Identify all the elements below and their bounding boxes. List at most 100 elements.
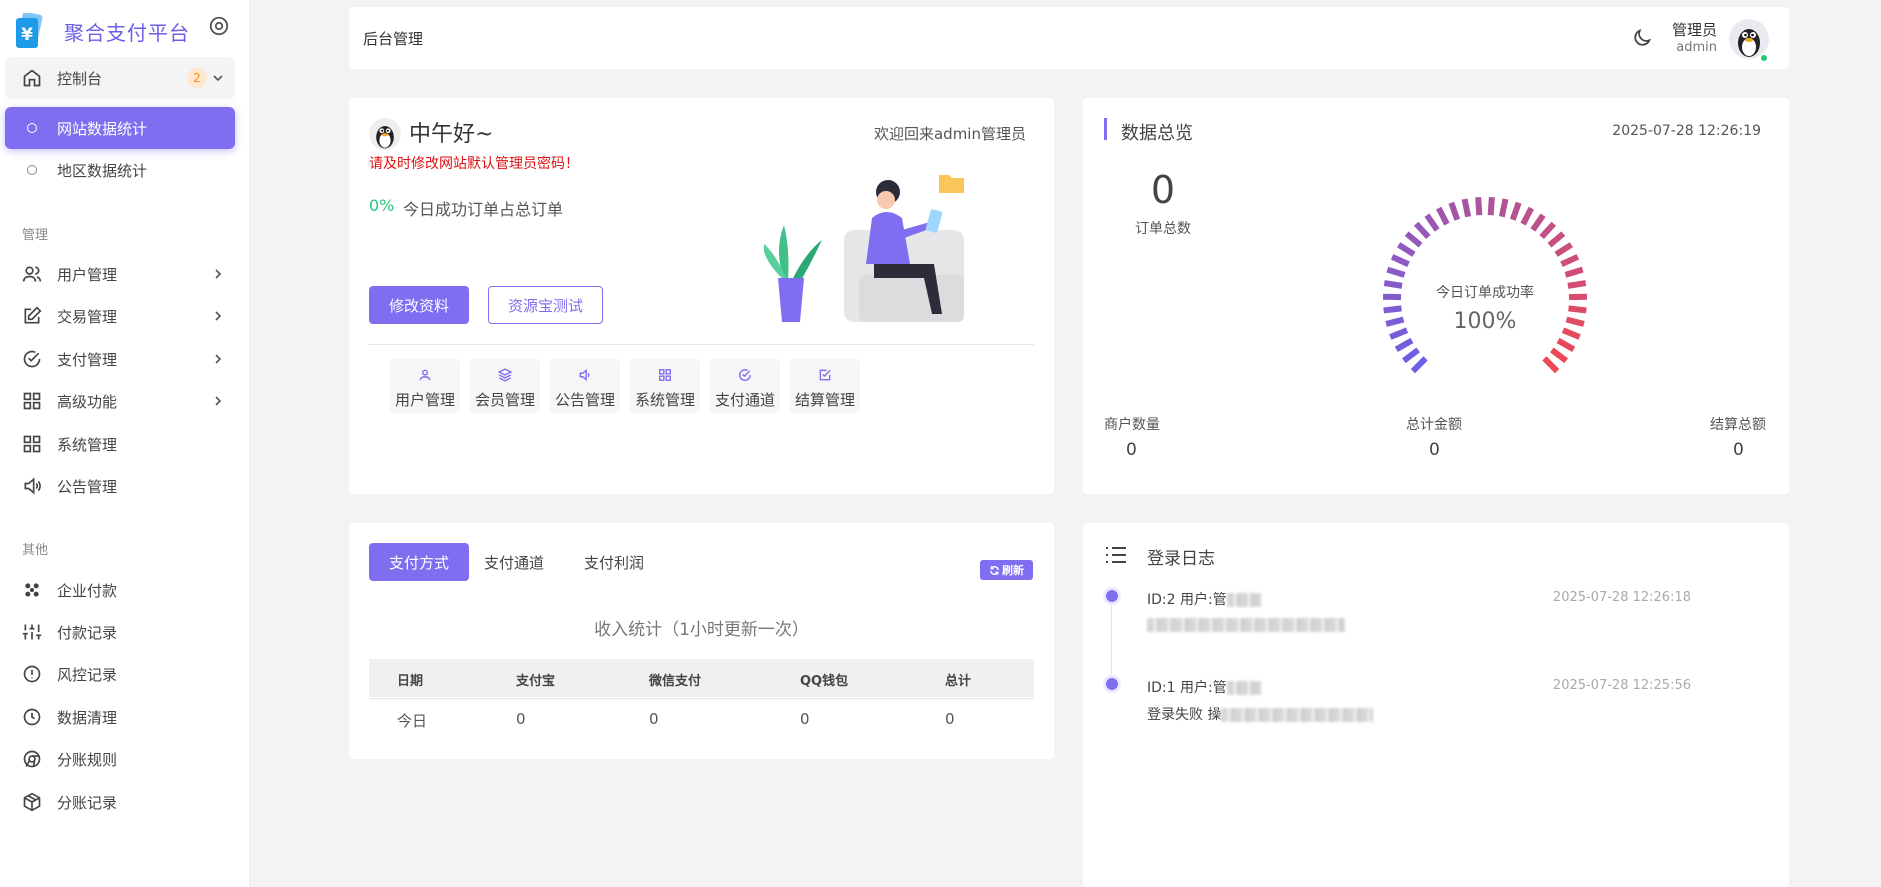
resource-test-button[interactable]: 资源宝测试 (488, 286, 603, 324)
user-role: admin (1676, 40, 1717, 55)
stat-label-settlement: 结算总额 (1710, 417, 1766, 433)
sidebar-item-data-clean[interactable]: 数据清理 (5, 696, 235, 738)
gauge-segment (1448, 201, 1461, 221)
sidebar-item-enterprise-pay[interactable]: 企业付款 (5, 569, 235, 611)
tab-payment-method[interactable]: 支付方式 (369, 543, 469, 581)
sliders-icon (20, 620, 44, 644)
greeting: 中午好~ (409, 122, 494, 147)
sidebar-item-label: 用户管理 (57, 265, 118, 284)
gauge-value: 100% (1453, 309, 1517, 334)
sidebar-item-users[interactable]: 用户管理 (5, 253, 235, 295)
stat-value-settlement: 0 (1733, 440, 1744, 460)
table-cell: 今日 (397, 712, 428, 730)
sidebar-item-advanced[interactable]: 高级功能 (5, 380, 235, 422)
divider (369, 344, 1034, 345)
sidebar-item-label: 公告管理 (57, 477, 118, 496)
sidebar-item-label: 网站数据统计 (57, 119, 148, 138)
gauge-segment (1394, 337, 1414, 352)
table-cell: 0 (945, 710, 955, 728)
refresh-icon (990, 565, 999, 575)
quick-link-settlement[interactable]: 结算管理 (790, 359, 860, 413)
title-accent-bar (1104, 118, 1107, 140)
quick-link-system[interactable]: 系统管理 (630, 359, 700, 413)
column-header: 支付宝 (516, 674, 556, 689)
dark-mode-toggle-icon[interactable] (1631, 27, 1653, 49)
list-icon (1106, 547, 1126, 563)
sidebar-item-label: 风控记录 (57, 665, 118, 684)
alert-circle-icon (20, 662, 44, 686)
column-header: 总计 (945, 674, 972, 689)
sidebar-item-split-rules[interactable]: 分账规则 (5, 738, 235, 780)
page-title: 后台管理 (363, 30, 424, 48)
income-card: 支付方式 支付通道 支付利润 刷新 收入统计（1小时更新一次） 日期 支付宝 微… (349, 523, 1054, 759)
edit-profile-button[interactable]: 修改资料 (369, 286, 469, 324)
sidebar-item-pay-records[interactable]: 付款记录 (5, 611, 235, 653)
check-circle-icon (739, 369, 751, 381)
speaker-icon (20, 474, 44, 498)
sidebar-item-label: 交易管理 (57, 307, 118, 326)
avatar (369, 118, 401, 150)
chevron-right-icon (215, 269, 222, 279)
sidebar-item-label: 高级功能 (57, 392, 118, 411)
sidebar-item-label: 付款记录 (57, 623, 118, 642)
brand-logo-icon: ¥ (16, 13, 43, 48)
sidebar-item-region-stats[interactable]: 地区数据统计 (5, 149, 235, 191)
login-log-title: 登录日志 (1147, 549, 1215, 569)
log-entry-desc (1147, 617, 1345, 633)
quick-link-notice[interactable]: 公告管理 (550, 359, 620, 413)
cluster-icon (20, 578, 44, 602)
gauge-segment (1461, 198, 1472, 218)
console-badge: 2 (187, 68, 207, 88)
quick-link-label: 会员管理 (474, 391, 535, 409)
circle-icon (20, 158, 44, 182)
sidebar-item-risk-records[interactable]: 风控记录 (5, 653, 235, 695)
grid-icon (659, 369, 671, 381)
gauge-segment (1498, 198, 1509, 218)
sidebar-item-console[interactable]: 控制台 2 (5, 57, 235, 99)
column-header: 日期 (397, 674, 424, 689)
brand[interactable]: ¥ 聚合支付平台 (14, 12, 190, 50)
layers-icon (498, 368, 512, 382)
quick-link-label: 结算管理 (794, 391, 855, 409)
gauge-segment (1402, 347, 1420, 364)
quick-link-label: 公告管理 (554, 391, 615, 409)
log-entry-time: 2025-07-28 12:25:56 (1552, 678, 1691, 693)
user-name[interactable]: 管理员 (1672, 19, 1717, 40)
sidebar-item-site-stats[interactable]: 网站数据统计 (5, 107, 235, 149)
speaker-icon (579, 368, 590, 382)
chevron-right-icon (215, 396, 222, 406)
circle-icon (20, 116, 44, 140)
sidebar-item-notice[interactable]: 公告管理 (5, 465, 235, 507)
orders-total-value: 0 (1150, 168, 1176, 212)
sidebar-item-label: 控制台 (57, 69, 103, 88)
table-cell: 0 (649, 710, 659, 728)
refresh-button[interactable]: 刷新 (980, 560, 1033, 580)
overview-datetime: 2025-07-28 12:26:19 (1612, 123, 1761, 139)
tab-payment-profit[interactable]: 支付利润 (574, 543, 654, 581)
chevron-right-icon (215, 311, 222, 321)
stat-label-merchants: 商户数量 (1104, 417, 1160, 433)
sidebar: ¥ 聚合支付平台 控制台 2 网站数据统计 地区数据统计 管理 用户管理 交易管… (0, 0, 250, 887)
tab-payment-channel[interactable]: 支付通道 (474, 543, 554, 581)
orders-total-label: 订单总数 (1135, 221, 1191, 237)
gauge-segment (1564, 266, 1584, 278)
settings-icon[interactable] (208, 15, 230, 37)
welcome-card: 中午好~ 欢迎回来admin管理员 请及时修改网站默认管理员密码！ 0% 今日成… (349, 98, 1054, 494)
gauge-segment (1556, 337, 1576, 352)
password-warning: 请及时修改网站默认管理员密码！ (369, 156, 579, 172)
sidebar-item-trade[interactable]: 交易管理 (5, 295, 235, 337)
gauge-segment (1436, 206, 1450, 226)
gauge-segment (1487, 197, 1495, 216)
overview-title: 数据总览 (1121, 123, 1193, 144)
timeline-dot (1106, 678, 1118, 690)
quick-link-members[interactable]: 会员管理 (470, 359, 540, 413)
sidebar-item-system[interactable]: 系统管理 (5, 423, 235, 465)
sidebar-item-payment[interactable]: 支付管理 (5, 338, 235, 380)
sidebar-item-label: 企业付款 (57, 581, 118, 600)
column-header: QQ钱包 (800, 674, 849, 689)
gauge-segment (1550, 347, 1568, 364)
quick-link-channel[interactable]: 支付通道 (710, 359, 780, 413)
sidebar-item-split-records[interactable]: 分账记录 (5, 781, 235, 823)
quick-link-users[interactable]: 用户管理 (390, 359, 460, 413)
sidebar-section-other: 其他 (22, 543, 49, 558)
